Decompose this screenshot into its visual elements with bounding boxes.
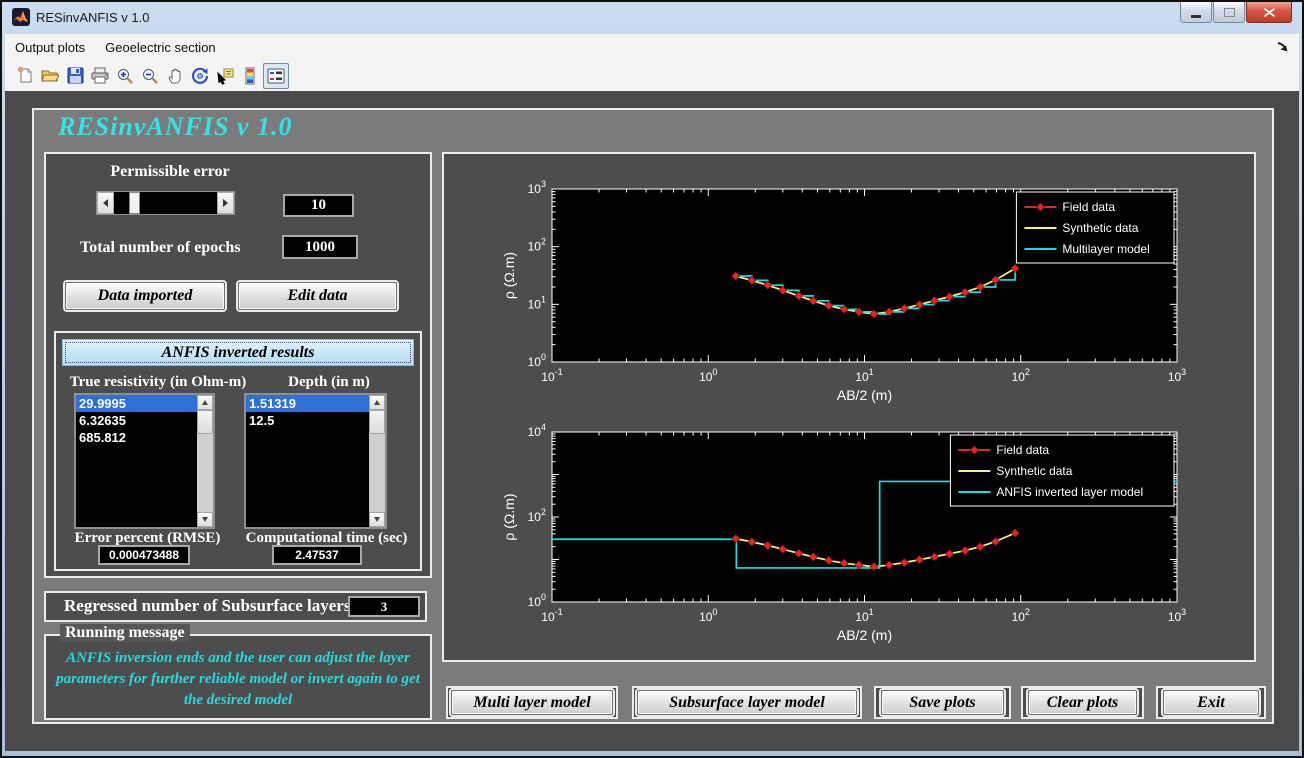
- zoom-in-icon[interactable]: [113, 64, 137, 88]
- svg-text:100: 100: [528, 592, 546, 609]
- permissible-error-slider[interactable]: [96, 191, 235, 215]
- colorbar-icon[interactable]: [238, 64, 262, 88]
- svg-text:101: 101: [855, 367, 873, 384]
- data-imported-button[interactable]: Data imported: [65, 282, 225, 310]
- list-item[interactable]: 1.51319: [246, 395, 369, 412]
- svg-text:100: 100: [528, 352, 546, 369]
- list-item[interactable]: 685.812: [76, 429, 197, 446]
- svg-text:Field data: Field data: [996, 443, 1049, 457]
- resistivity-listbox[interactable]: 29.99956.32635685.812: [74, 393, 215, 529]
- depth-scrollbar[interactable]: [369, 395, 385, 527]
- svg-text:100: 100: [699, 607, 717, 624]
- new-file-icon[interactable]: [13, 64, 37, 88]
- pan-icon[interactable]: [163, 64, 187, 88]
- x-axis-label: AB/2 (m): [837, 387, 892, 403]
- close-icon: [1264, 8, 1275, 17]
- matlab-logo-icon: [12, 8, 30, 26]
- figure-toolbar: [5, 60, 1299, 92]
- svg-text:103: 103: [1168, 607, 1186, 624]
- scroll-up-icon[interactable]: [197, 395, 213, 410]
- scrollbar-thumb[interactable]: [369, 410, 385, 434]
- permissible-error-label: Permissible error: [90, 163, 250, 181]
- minimize-button[interactable]: [1180, 2, 1212, 23]
- subsurface-layer-model-button[interactable]: Subsurface layer model: [637, 690, 857, 715]
- svg-text:103: 103: [528, 179, 546, 196]
- svg-text:10-1: 10-1: [541, 607, 562, 624]
- svg-text:102: 102: [528, 237, 546, 254]
- svg-text:103: 103: [1168, 367, 1186, 384]
- slider-track[interactable]: [114, 192, 217, 214]
- regressed-layers-label: Regressed number of Subsurface layers: [64, 596, 354, 616]
- maximize-button[interactable]: [1213, 2, 1245, 23]
- epochs-label: Total number of epochs: [80, 239, 260, 257]
- clear-plots-button[interactable]: Clear plots: [1028, 690, 1137, 715]
- data-cursor-icon[interactable]: [213, 64, 237, 88]
- menu-geoelectric-section[interactable]: Geoelectric section: [95, 36, 226, 59]
- window-title: RESinvANFIS v 1.0: [36, 10, 149, 25]
- epochs-input[interactable]: [282, 235, 358, 259]
- svg-text:Field data: Field data: [1062, 200, 1115, 214]
- title-bar: RESinvANFIS v 1.0: [4, 2, 1300, 32]
- svg-text:Synthetic data: Synthetic data: [996, 464, 1072, 478]
- error-percent-value: 0.000473488: [98, 545, 190, 565]
- svg-text:102: 102: [528, 507, 546, 524]
- rotate-3d-icon[interactable]: [188, 64, 212, 88]
- anfis-inverted-results-button[interactable]: ANFIS inverted results: [62, 339, 414, 366]
- print-icon[interactable]: [88, 64, 112, 88]
- menu-bar: Output plots Geoelectric section: [5, 34, 1299, 61]
- plots-canvas: 10-1100101102103100101102103AB/2 (m)ρ (Ω…: [444, 154, 1254, 660]
- resistivity-scrollbar[interactable]: [197, 395, 213, 527]
- plots-panel: 10-1100101102103100101102103AB/2 (m)ρ (Ω…: [442, 152, 1256, 662]
- permissible-error-input[interactable]: [283, 194, 354, 217]
- svg-text:101: 101: [855, 607, 873, 624]
- slider-right-arrow-icon[interactable]: [217, 192, 234, 214]
- running-message-text: ANFIS inversion ends and the user can ad…: [54, 648, 422, 711]
- save-icon[interactable]: [63, 64, 87, 88]
- exit-button[interactable]: Exit: [1163, 690, 1259, 715]
- scroll-up-icon[interactable]: [369, 395, 385, 410]
- save-plots-button[interactable]: Save plots: [881, 690, 1004, 715]
- svg-text:102: 102: [1012, 367, 1030, 384]
- regressed-layers-value: 3: [348, 596, 420, 617]
- svg-text:100: 100: [699, 367, 717, 384]
- svg-text:104: 104: [528, 422, 546, 439]
- slider-left-arrow-icon[interactable]: [97, 192, 114, 214]
- plot-legend: Field data Synthetic data Multilayer model: [1016, 192, 1174, 263]
- depth-listbox[interactable]: 1.5131912.5: [244, 393, 387, 529]
- y-axis-label: ρ (Ω.m): [501, 252, 517, 299]
- svg-text:101: 101: [528, 294, 546, 311]
- svg-text:Synthetic data: Synthetic data: [1062, 221, 1138, 235]
- list-item[interactable]: 12.5: [246, 412, 369, 429]
- svg-text:ANFIS inverted layer model: ANFIS inverted layer model: [996, 485, 1143, 499]
- x-axis-label: AB/2 (m): [837, 627, 892, 643]
- running-message-panel: Running message ANFIS inversion ends and…: [44, 634, 432, 720]
- edit-data-button[interactable]: Edit data: [238, 282, 397, 310]
- computational-time-value: 2.47537: [272, 545, 362, 565]
- svg-text:10-1: 10-1: [541, 367, 562, 384]
- multi-layer-model-button[interactable]: Multi layer model: [451, 690, 613, 715]
- running-message-title: Running message: [60, 624, 190, 642]
- legend-icon[interactable]: [263, 63, 289, 89]
- depth-label: Depth (in m): [264, 374, 394, 391]
- open-folder-icon[interactable]: [38, 64, 62, 88]
- scroll-down-icon[interactable]: [369, 512, 385, 527]
- menu-output-plots[interactable]: Output plots: [5, 36, 95, 59]
- resistivity-label: True resistivity (in Ohm-m): [60, 374, 256, 391]
- scroll-down-icon[interactable]: [197, 512, 213, 527]
- svg-text:102: 102: [1012, 607, 1030, 624]
- zoom-out-icon[interactable]: [138, 64, 162, 88]
- svg-text:Multilayer model: Multilayer model: [1062, 242, 1149, 256]
- application-window: RESinvANFIS v 1.0 Output plots Geoelectr…: [0, 0, 1304, 758]
- y-axis-label: ρ (Ω.m): [501, 493, 517, 540]
- list-item[interactable]: 29.9995: [76, 395, 197, 412]
- slider-thumb[interactable]: [129, 192, 140, 214]
- scrollbar-thumb[interactable]: [197, 410, 213, 434]
- menu-overflow-icon[interactable]: [1276, 40, 1289, 53]
- close-button[interactable]: [1246, 2, 1292, 23]
- app-heading: RESinvANFIS v 1.0: [58, 112, 292, 142]
- plot-legend: Field data Synthetic data ANFIS inverted l…: [950, 435, 1174, 506]
- list-item[interactable]: 6.32635: [76, 412, 197, 429]
